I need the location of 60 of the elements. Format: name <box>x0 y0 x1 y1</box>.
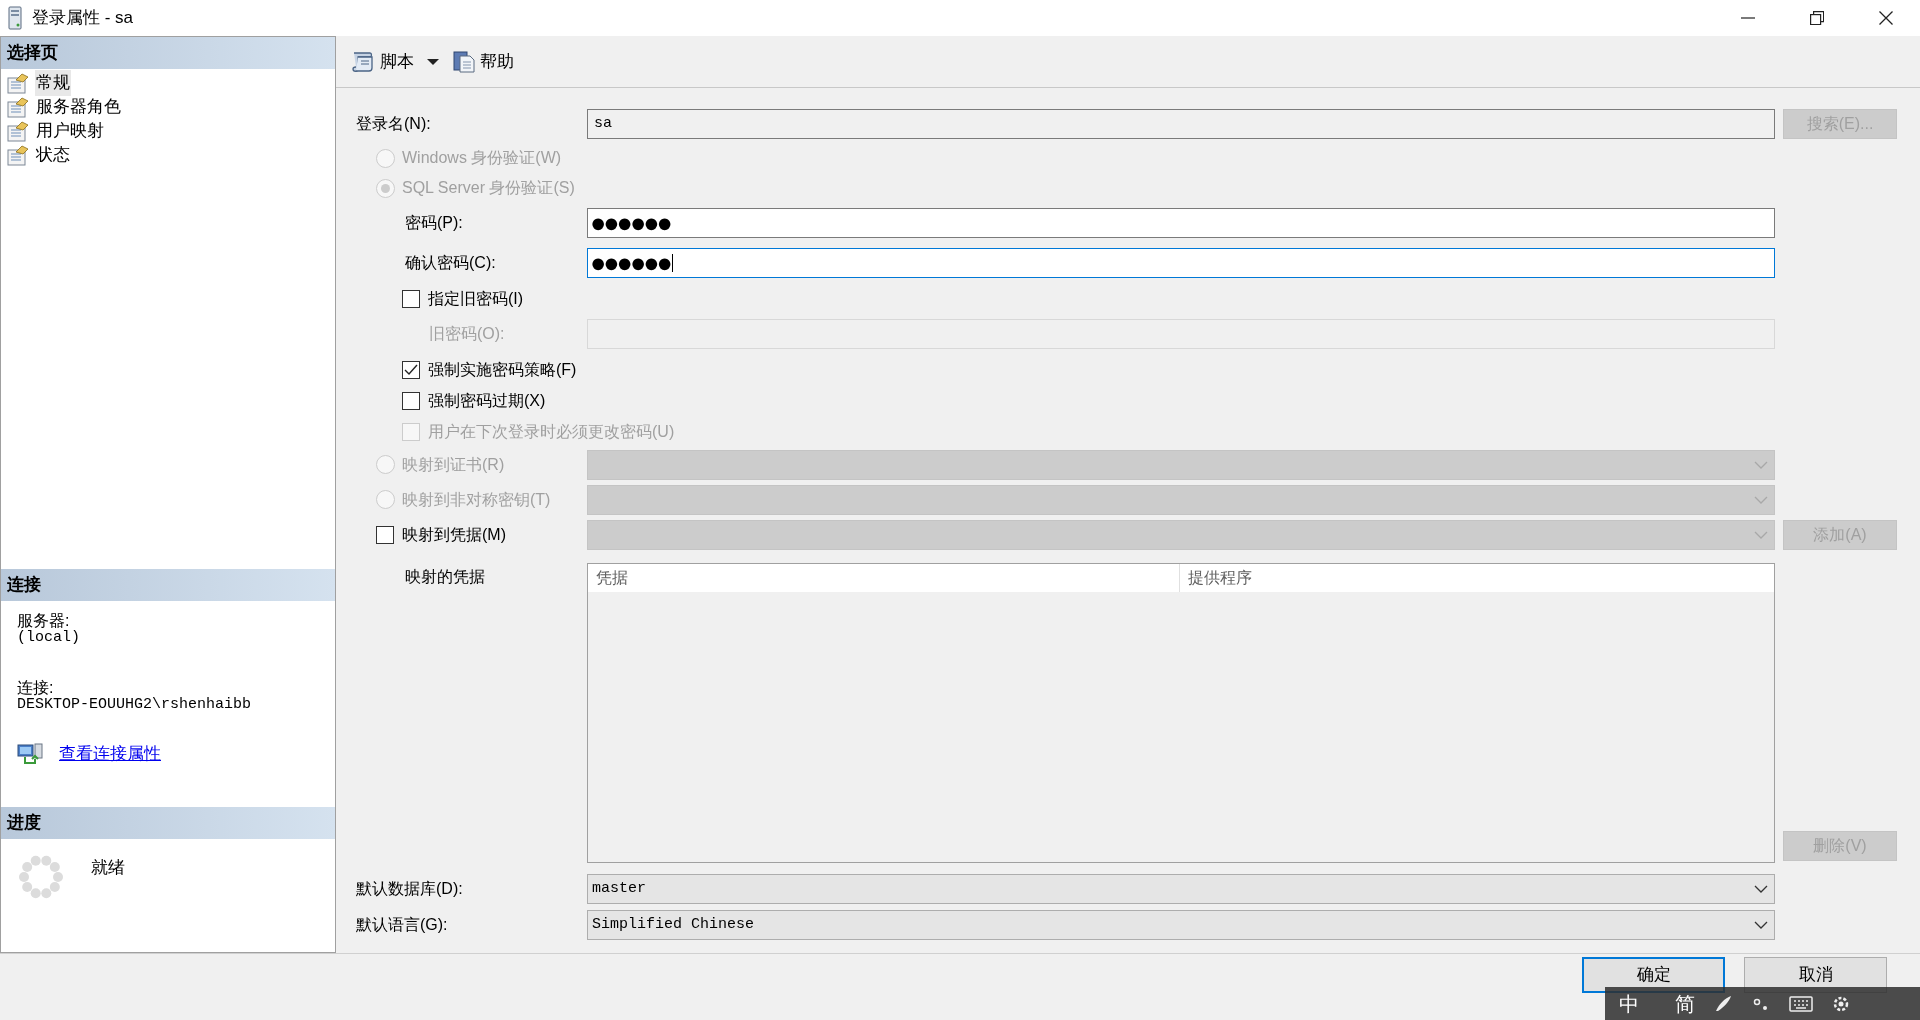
field-label: 默认语言(G): <box>356 915 448 935</box>
field-label: 登录名(N): <box>356 114 431 134</box>
chevron-icon <box>1754 531 1768 539</box>
page-icon <box>7 120 29 142</box>
help-book-icon <box>452 49 476 74</box>
field-label: 默认数据库(D): <box>356 879 463 899</box>
minimize-icon <box>1740 17 1755 19</box>
field-label: 确认密码(C): <box>405 253 496 273</box>
network-icon <box>17 741 43 766</box>
section-header: 连接 <box>1 569 335 601</box>
restore-icon <box>1809 11 1824 25</box>
checkbox-label: 强制实施密码策略(F) <box>428 359 577 380</box>
page-icon <box>7 96 29 118</box>
close-icon <box>1878 11 1893 25</box>
page-item[interactable]: 状态 <box>35 142 71 168</box>
server-label: 服务器: <box>17 613 71 629</box>
page-item[interactable]: 常规 <box>35 70 71 96</box>
connection-value: DESKTOP-EOUUHG2\rshenhaibb <box>17 696 253 713</box>
field-label: 密码(P): <box>405 213 463 233</box>
brush-icon <box>1713 993 1733 1014</box>
checkbox[interactable] <box>376 526 394 544</box>
section-header: 选择页 <box>1 37 335 69</box>
checkbox-label: 映射到凭据(M) <box>402 525 506 545</box>
caret-icon <box>427 57 439 66</box>
column-header[interactable]: 提供程序 <box>1180 564 1774 592</box>
dropdown[interactable]: master <box>587 874 1775 904</box>
keyboard-icon <box>1789 994 1813 1013</box>
check-icon <box>404 363 418 376</box>
spinner-icon <box>17 853 65 901</box>
page-item[interactable]: 服务器角色 <box>35 94 122 120</box>
server-value: (local) <box>17 629 81 646</box>
text-cursor <box>671 254 673 272</box>
field-label: 映射的凭据 <box>405 567 485 587</box>
radio-label: 映射到非对称密钥(T) <box>402 489 551 510</box>
page-icon <box>7 144 29 166</box>
page-item[interactable]: 用户映射 <box>35 118 105 144</box>
script-button[interactable]: 脚本 <box>346 46 418 77</box>
radio-label: SQL Server 身份验证(S) <box>402 178 575 198</box>
connection-properties-link[interactable]: 查看连接属性 <box>59 741 161 767</box>
window-title: 登录属性 - sa <box>32 7 134 30</box>
field-label: 旧密码(O): <box>429 324 505 344</box>
checkbox-label: 强制密码过期(X) <box>428 390 546 411</box>
column-header[interactable]: 凭据 <box>588 564 1180 592</box>
progress-status: 就绪 <box>91 857 125 879</box>
input-field[interactable]: sa <box>587 109 1775 139</box>
radio-label: Windows 身份验证(W) <box>402 148 562 168</box>
radio-label: 映射到证书(R) <box>402 454 505 475</box>
chevron-icon <box>1754 460 1768 469</box>
server-icon <box>8 6 22 30</box>
section-header: 进度 <box>1 807 335 839</box>
chevron-icon <box>1754 885 1768 893</box>
connection-label: 连接: <box>17 680 55 696</box>
scroll-icon <box>350 49 376 74</box>
page-icon <box>7 72 29 94</box>
checkbox-label: 用户在下次登录时必须更改密码(U) <box>428 421 675 442</box>
chevron-icon <box>1754 921 1768 929</box>
dropdown[interactable]: Simplified Chinese <box>587 910 1775 940</box>
chevron-icon <box>1754 495 1768 504</box>
help-button[interactable]: 帮助 <box>448 46 518 77</box>
checkbox-label: 指定旧密码(I) <box>428 288 524 309</box>
